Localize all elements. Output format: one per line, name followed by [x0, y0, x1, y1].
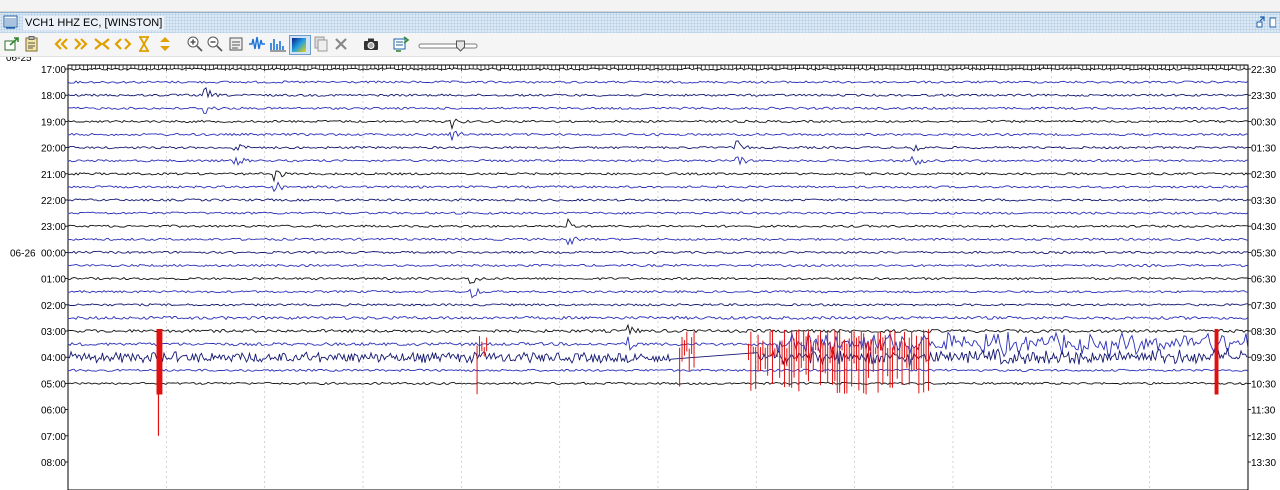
waveform-icon[interactable]	[248, 35, 266, 53]
restore-window-icon[interactable]	[1256, 15, 1277, 30]
waveform-view-icon[interactable]	[228, 35, 246, 53]
left-time-label: 19:00	[41, 117, 66, 128]
spectra-icon[interactable]	[269, 35, 287, 53]
export-icon[interactable]	[3, 35, 21, 53]
helicorder-title-bar: VCH1 HHZ EC, [WINSTON]	[0, 12, 1280, 34]
left-time-label: 21:00	[41, 170, 66, 181]
right-time-label: 07:30	[1251, 301, 1276, 312]
right-time-label: 09:30	[1251, 353, 1276, 364]
helicorder-plot[interactable]: 06-25 17:00 18:00 19:00 20:00 21:00 22:00 23:00…	[0, 57, 1280, 490]
left-time-label: 04:00	[41, 353, 66, 364]
left-time-label: 18:00	[41, 91, 66, 102]
zoom-out-icon[interactable]	[206, 35, 224, 53]
helicorder-app-icon	[3, 15, 19, 30]
left-time-label: 02:00	[41, 301, 66, 312]
expand-x-icon[interactable]	[114, 35, 132, 53]
right-time-label: 23:30	[1251, 91, 1276, 102]
copy-icon[interactable]	[312, 35, 330, 53]
right-time-label: 05:30	[1251, 248, 1276, 259]
zoom-in-icon[interactable]	[186, 35, 204, 53]
scroll-forward-icon[interactable]	[72, 35, 90, 53]
clipped-burst	[156, 329, 163, 395]
sync-icon[interactable]	[392, 35, 410, 53]
left-time-label: 22:00	[41, 196, 66, 207]
left-date-label: 06-25	[6, 57, 32, 64]
right-time-label: 00:30	[1251, 117, 1276, 128]
scroll-back-icon[interactable]	[52, 35, 70, 53]
left-time-label: 17:00	[41, 65, 66, 76]
clipped-burst	[1214, 329, 1219, 395]
spectrogram-icon[interactable]	[289, 35, 311, 55]
window-title: VCH1 HHZ EC, [WINSTON]	[23, 16, 165, 30]
hourglass-icon[interactable]	[135, 35, 153, 53]
right-time-label: 01:30	[1251, 144, 1276, 155]
right-time-label: 04:30	[1251, 222, 1276, 233]
right-time-label: 06:30	[1251, 275, 1276, 286]
right-time-label: 10:30	[1251, 379, 1276, 390]
clipboard-icon[interactable]	[23, 35, 41, 53]
right-time-label: 11:30	[1251, 406, 1276, 417]
refresh-icon[interactable]	[156, 35, 174, 53]
left-time-label: 00:00	[41, 248, 66, 259]
close-icon[interactable]	[332, 35, 350, 53]
compress-x-icon[interactable]	[93, 35, 111, 53]
right-time-label: 02:30	[1251, 170, 1276, 181]
left-time-label: 08:00	[41, 458, 66, 469]
left-time-label: 01:00	[41, 275, 66, 286]
left-time-label: 07:00	[41, 432, 66, 443]
left-time-label: 23:00	[41, 222, 66, 233]
right-time-label: 03:30	[1251, 196, 1276, 207]
left-date-label: 06-26	[10, 248, 36, 259]
right-time-label: 08:30	[1251, 327, 1276, 338]
helicorder-toolbar	[0, 33, 1280, 57]
left-time-label: 05:00	[41, 379, 66, 390]
right-time-label: 13:30	[1251, 458, 1276, 469]
clipping-slider[interactable]	[418, 39, 480, 52]
right-time-label: 12:30	[1251, 432, 1276, 443]
right-time-label: 22:30	[1251, 65, 1276, 76]
left-time-label: 06:00	[41, 406, 66, 417]
left-time-label: 20:00	[41, 144, 66, 155]
camera-icon[interactable]	[362, 35, 380, 53]
top-strip	[0, 0, 1280, 12]
left-time-label: 03:00	[41, 327, 66, 338]
